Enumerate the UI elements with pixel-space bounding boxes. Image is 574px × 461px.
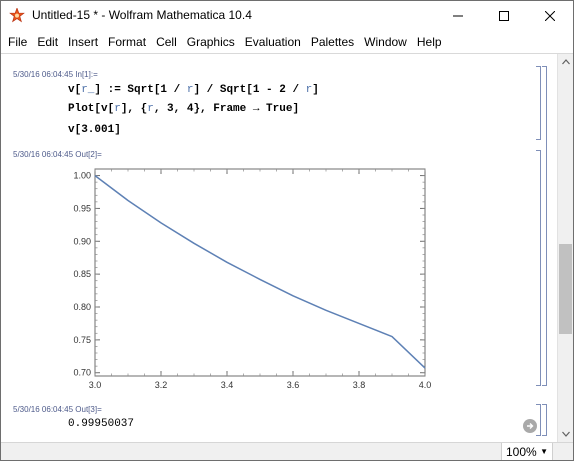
code-token: , 3, 4}, Frame → True] <box>153 103 300 115</box>
vertical-scrollbar[interactable] <box>557 54 573 442</box>
input-cell-bracket[interactable] <box>536 66 541 140</box>
scroll-up-button[interactable] <box>558 54 573 70</box>
x-tick-label: 3.6 <box>287 380 300 390</box>
output-plot-bracket[interactable] <box>536 150 541 386</box>
code-token: ], { <box>120 103 148 115</box>
close-icon <box>545 11 555 21</box>
y-tick-label: 0.95 <box>73 203 91 213</box>
maximize-icon <box>499 11 509 21</box>
x-tick-label: 3.0 <box>89 380 102 390</box>
line-plot[interactable]: 3.0 3.2 3.4 3.6 3.8 4.0 0.70 0.75 0.80 0.85 0.90 0.… <box>41 163 441 398</box>
output-plot-label: 5/30/16 06:04:45 Out[2]= <box>13 150 102 159</box>
zoom-level: 100% <box>506 444 537 459</box>
menu-edit[interactable]: Edit <box>32 33 63 51</box>
x-tick-label: 3.8 <box>353 380 366 390</box>
code-token: ] := Sqrt[1 / <box>94 84 187 96</box>
menu-evaluation[interactable]: Evaluation <box>240 33 306 51</box>
y-tick-label: 0.85 <box>73 269 91 279</box>
code-variable: r <box>114 103 121 115</box>
input-cell-label: 5/30/16 06:04:45 In[1]:= <box>13 70 98 79</box>
arrow-right-icon <box>527 423 534 429</box>
minimize-icon <box>453 15 463 17</box>
output-value[interactable]: 0.99950037 <box>68 418 134 430</box>
code-line-plot[interactable]: Plot[v[r], {r, 3, 4}, Frame → True] <box>68 103 299 115</box>
mathematica-logo-icon <box>9 8 25 23</box>
window-title: Untitled-15 * - Wolfram Mathematica 10.4 <box>32 8 252 22</box>
menu-graphics[interactable]: Graphics <box>182 33 240 51</box>
code-variable: r_ <box>81 84 95 96</box>
title-bar[interactable]: Untitled-15 * - Wolfram Mathematica 10.4 <box>1 1 573 31</box>
x-tick-label: 3.4 <box>221 380 234 390</box>
menu-bar: File Edit Insert Format Cell Graphics Ev… <box>1 32 573 52</box>
code-token: v[3.001] <box>68 124 121 136</box>
code-token: v[ <box>68 84 82 96</box>
x-tick-label: 4.0 <box>419 380 432 390</box>
menu-file[interactable]: File <box>3 33 32 51</box>
group-bracket-1[interactable] <box>542 66 547 386</box>
scroll-thumb[interactable] <box>559 244 572 334</box>
chevron-down-icon <box>561 431 570 437</box>
group-bracket-2[interactable] <box>542 404 547 436</box>
y-tick-label: 0.90 <box>73 236 91 246</box>
code-line-definition[interactable]: v[r_] := Sqrt[1 / r] / Sqrt[1 - 2 / r] <box>68 84 319 96</box>
chevron-up-icon <box>561 59 570 65</box>
next-cell-button[interactable] <box>523 419 537 433</box>
menu-help[interactable]: Help <box>412 33 447 51</box>
menu-format[interactable]: Format <box>103 33 151 51</box>
code-token: ] <box>312 84 319 96</box>
code-variable: r <box>147 103 154 115</box>
mathematica-window: Untitled-15 * - Wolfram Mathematica 10.4… <box>0 0 574 461</box>
zoom-selector[interactable]: 100% ▼ <box>501 443 553 460</box>
plot-frame <box>94 168 426 377</box>
series-line <box>94 175 426 369</box>
minimize-button[interactable] <box>435 1 481 31</box>
x-tick-label: 3.2 <box>155 380 168 390</box>
maximize-button[interactable] <box>481 1 527 31</box>
status-bar: 100% ▼ <box>1 442 573 460</box>
close-button[interactable] <box>527 1 573 31</box>
chevron-down-icon: ▼ <box>540 447 548 456</box>
output-value-bracket[interactable] <box>536 404 541 436</box>
y-tick-label: 0.75 <box>73 335 91 345</box>
menu-window[interactable]: Window <box>359 33 412 51</box>
code-token: Plot[v[ <box>68 103 115 115</box>
y-tick-label: 0.70 <box>73 368 91 378</box>
output-value-label: 5/30/16 06:04:45 Out[3]= <box>13 405 102 414</box>
scroll-down-button[interactable] <box>558 426 573 442</box>
y-tick-label: 1.00 <box>73 171 91 181</box>
code-line-evaluate[interactable]: v[3.001] <box>68 124 121 136</box>
menu-palettes[interactable]: Palettes <box>306 33 359 51</box>
code-token: ] / Sqrt[1 - 2 / <box>193 84 306 96</box>
menu-cell[interactable]: Cell <box>151 33 182 51</box>
y-tick-label: 0.80 <box>73 302 91 312</box>
menu-insert[interactable]: Insert <box>63 33 103 51</box>
notebook-area[interactable]: 5/30/16 06:04:45 In[1]:= v[r_] := Sqrt[1… <box>1 54 557 442</box>
